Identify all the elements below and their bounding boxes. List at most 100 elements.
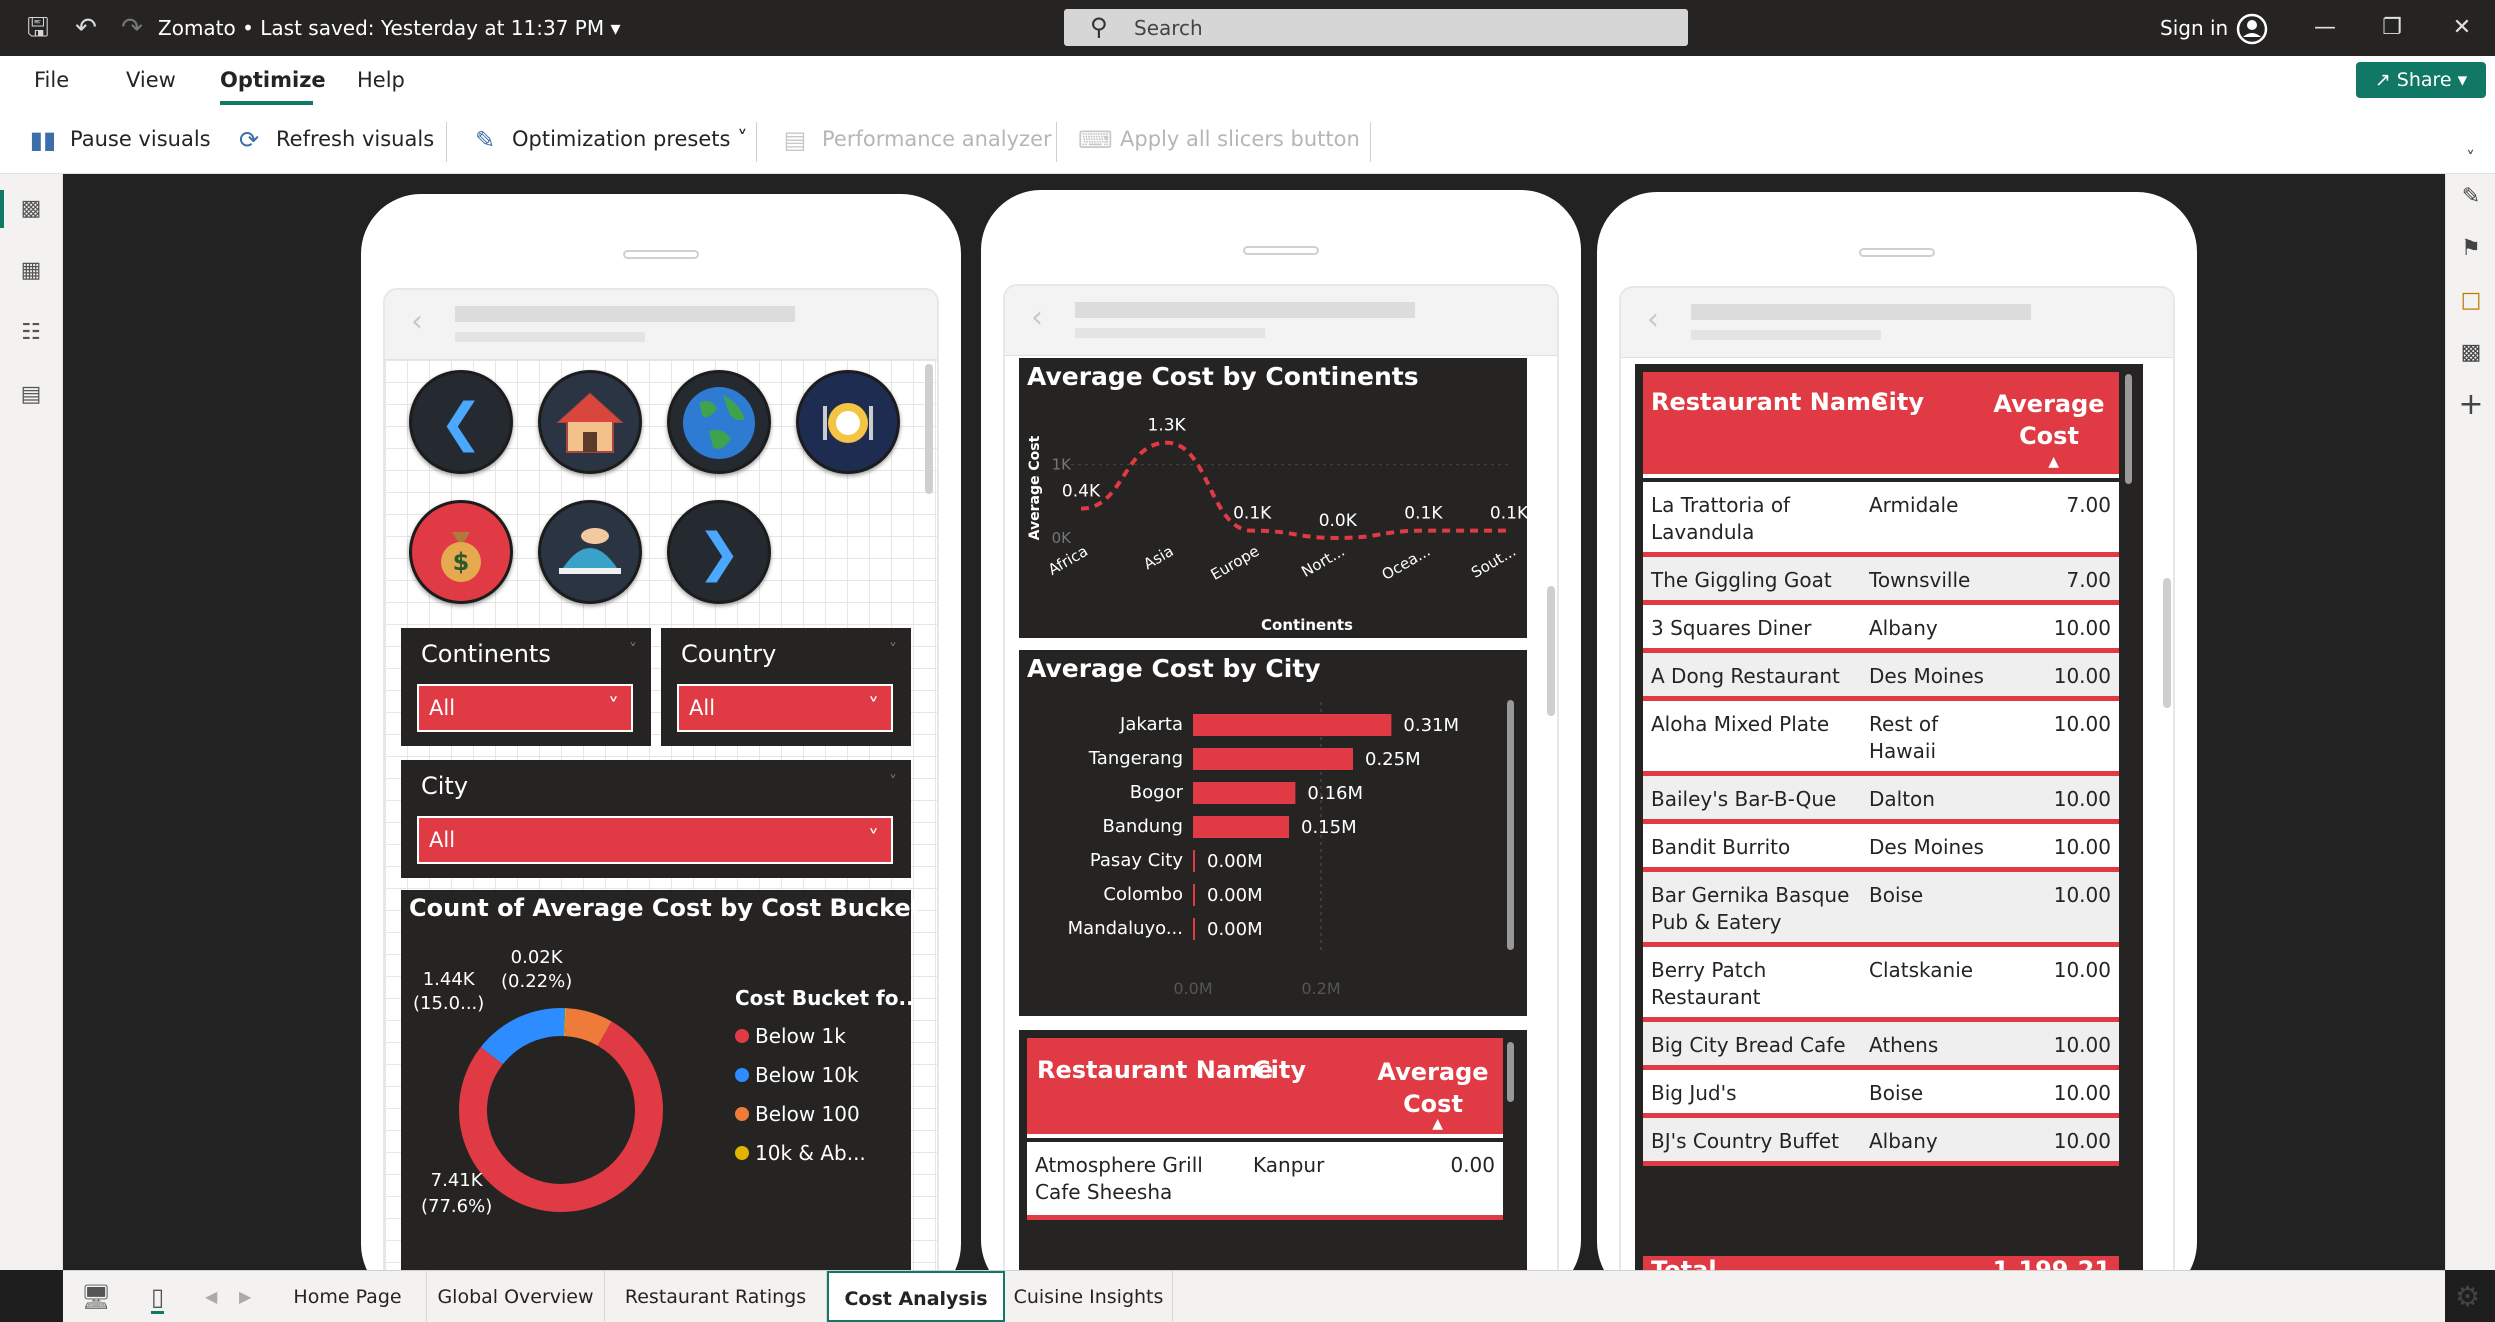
document-title[interactable]: Zomato • Last saved: Yesterday at 11:37 … [158,16,621,40]
visual-scrollbar[interactable] [1507,700,1514,950]
table-row[interactable]: Atmosphere Grill Cafe Sheesha Kanpur 0.00 [1027,1142,1503,1220]
desktop-layout-icon[interactable]: 🖥 [81,1283,111,1311]
minimize-icon[interactable]: — [2305,10,2345,46]
settings-gear-icon[interactable]: ⚙ [2455,1280,2480,1313]
active-menu-indicator [220,101,313,105]
table-row[interactable]: Big Jud's Boise 10.00 [1643,1070,2119,1118]
table-row[interactable]: Bandit Burrito Des Moines 10.00 [1643,824,2119,872]
bookmark-icon[interactable]: ⚑ [2456,234,2486,264]
table-row[interactable]: 3 Squares Diner Albany 10.00 [1643,605,2119,653]
close-icon[interactable]: ✕ [2442,10,2482,46]
home-button[interactable] [538,370,642,474]
tab-home-page[interactable]: Home Page [269,1271,427,1322]
table-row[interactable]: The Giggling Goat Townsville 7.00 [1643,557,2119,605]
pause-visuals-label: Pause visuals [70,127,211,151]
next-page-button[interactable]: ❯ [667,500,771,604]
city-dropdown[interactable]: All ˅ [417,816,893,864]
phone-scrollbar[interactable] [1547,586,1555,716]
phone-scrollbar[interactable] [925,364,933,494]
save-icon[interactable]: 🖫 [22,12,54,44]
table-row[interactable]: Aloha Mixed Plate Rest of Hawaii 10.00 [1643,701,2119,776]
continents-dropdown[interactable]: All ˅ [417,684,633,732]
pause-visuals-button[interactable]: ▮▮ Pause visuals [28,126,211,154]
table-row[interactable]: Berry Patch Restaurant Clatskanie 10.00 [1643,947,2119,1022]
visual-scrollbar[interactable] [1507,1042,1514,1102]
sign-in-link[interactable]: Sign in [2160,16,2228,40]
back-icon: ‹ [1647,302,1659,337]
global-overview-button[interactable] [667,370,771,474]
restore-icon[interactable]: ❐ [2372,10,2412,46]
country-dropdown[interactable]: All ˅ [677,684,893,732]
data-label: 0.15M [1301,817,1357,838]
legend-item[interactable]: Below 1k [735,1024,866,1063]
cell-city: Albany [1869,1129,1938,1153]
legend-marker-icon [735,1107,749,1121]
table-row[interactable]: Bailey's Bar-B-Que Dalton 10.00 [1643,776,2119,824]
column-restaurant-name[interactable]: Restaurant Name [1037,1056,1273,1084]
country-slicer: Country ˅ All ˅ [661,628,911,746]
phone3-restaurant-table: Restaurant Name City Average Cost ▲ La T… [1635,364,2143,1284]
scroll-tabs-left-icon[interactable]: ◀ [205,1287,217,1306]
table-row[interactable]: Bar Gernika Basque Pub & Eatery Boise 10.0… [1643,872,2119,947]
chevron-right-icon: ❯ [697,523,741,583]
menu-view[interactable]: View [126,68,176,92]
model-view-icon[interactable]: ☷ [16,318,46,348]
cell-average-cost: 7.00 [2066,493,2111,517]
x-tick-label: 0.2M [1301,979,1340,998]
mobile-layout-icon[interactable]: ▯ [151,1283,165,1314]
legend-item[interactable]: 10k & Ab... [735,1141,866,1180]
performance-analyzer-button[interactable]: ▤ Performance analyzer [780,126,1052,154]
table-row[interactable]: A Dong Restaurant Des Moines 10.00 [1643,653,2119,701]
tab-cost-analysis[interactable]: Cost Analysis [827,1271,1005,1322]
table-row[interactable]: La Trattoria of Lavandula Armidale 7.00 [1643,482,2119,557]
cuisine-insights-button[interactable] [538,500,642,604]
apply-all-slicers-button[interactable]: ⌨ Apply all slicers button [1078,126,1360,154]
share-button[interactable]: ↗ Share ▾ [2356,62,2486,98]
cost-analysis-button[interactable]: $ [409,500,513,604]
column-restaurant-name[interactable]: Restaurant Name [1651,388,1887,416]
money-bag-icon: $ [441,532,481,582]
data-label: 0.00M [1207,919,1263,940]
previous-page-button[interactable]: ❮ [409,370,513,474]
phone-header-placeholder: ‹ [1621,288,2173,358]
collapse-ribbon-icon[interactable]: ˅ [2466,148,2475,169]
phone-scrollbar[interactable] [2163,578,2171,708]
tab-cuisine-insights[interactable]: Cuisine Insights [1005,1271,1173,1322]
selection-pane-icon[interactable]: □ [2456,286,2486,316]
table-view-icon[interactable]: ▦ [16,256,46,286]
search-box[interactable]: ⚲ Search [1064,9,1688,46]
undo-icon[interactable]: ↶ [70,12,102,44]
table-row[interactable]: BJ's Country Buffet Albany 10.00 [1643,1118,2119,1166]
dax-query-view-icon[interactable]: ▤ [16,380,46,410]
add-icon[interactable]: + [2456,390,2486,420]
visual-scrollbar[interactable] [2125,374,2132,484]
menu-help[interactable]: Help [357,68,405,92]
column-average-cost[interactable]: Average Cost [1989,388,2109,452]
y-tick-label: Mandaluyo... [1068,918,1183,939]
tab-global-overview[interactable]: Global Overview [427,1271,605,1322]
table-row[interactable]: Big City Bread Cafe Athens 10.00 [1643,1022,2119,1070]
scroll-tabs-right-icon[interactable]: ▶ [239,1287,251,1306]
legend-item[interactable]: Below 100 [735,1102,866,1141]
cell-restaurant-name: Bandit Burrito [1651,835,1791,859]
legend-item[interactable]: Below 10k [735,1063,866,1102]
column-city[interactable]: City [1871,388,1924,416]
cell-city: Townsville [1869,568,1971,592]
tab-restaurant-ratings[interactable]: Restaurant Ratings [605,1271,827,1322]
optimization-presets-button[interactable]: ✎ Optimization presets ˅ [470,126,748,154]
redo-icon[interactable]: ↷ [116,12,148,44]
apply-slicers-icon: ⌨ [1078,126,1113,154]
visualizations-icon[interactable]: ▩ [2456,338,2486,368]
account-icon[interactable] [2236,13,2268,45]
restaurant-ratings-button[interactable] [796,370,900,474]
format-pane-icon[interactable]: ✎ [2456,182,2486,212]
menu-file[interactable]: File [34,68,69,92]
menu-optimize[interactable]: Optimize [220,68,326,92]
cell-city: Armidale [1869,493,1959,517]
column-city[interactable]: City [1253,1056,1306,1084]
cell-average-cost: 0.00 [1450,1153,1495,1177]
refresh-visuals-button[interactable]: ⟳ Refresh visuals [234,126,434,154]
country-selected-value: All [689,696,716,720]
column-average-cost[interactable]: Average Cost [1373,1056,1493,1120]
report-view-icon[interactable]: ▩ [16,194,46,224]
